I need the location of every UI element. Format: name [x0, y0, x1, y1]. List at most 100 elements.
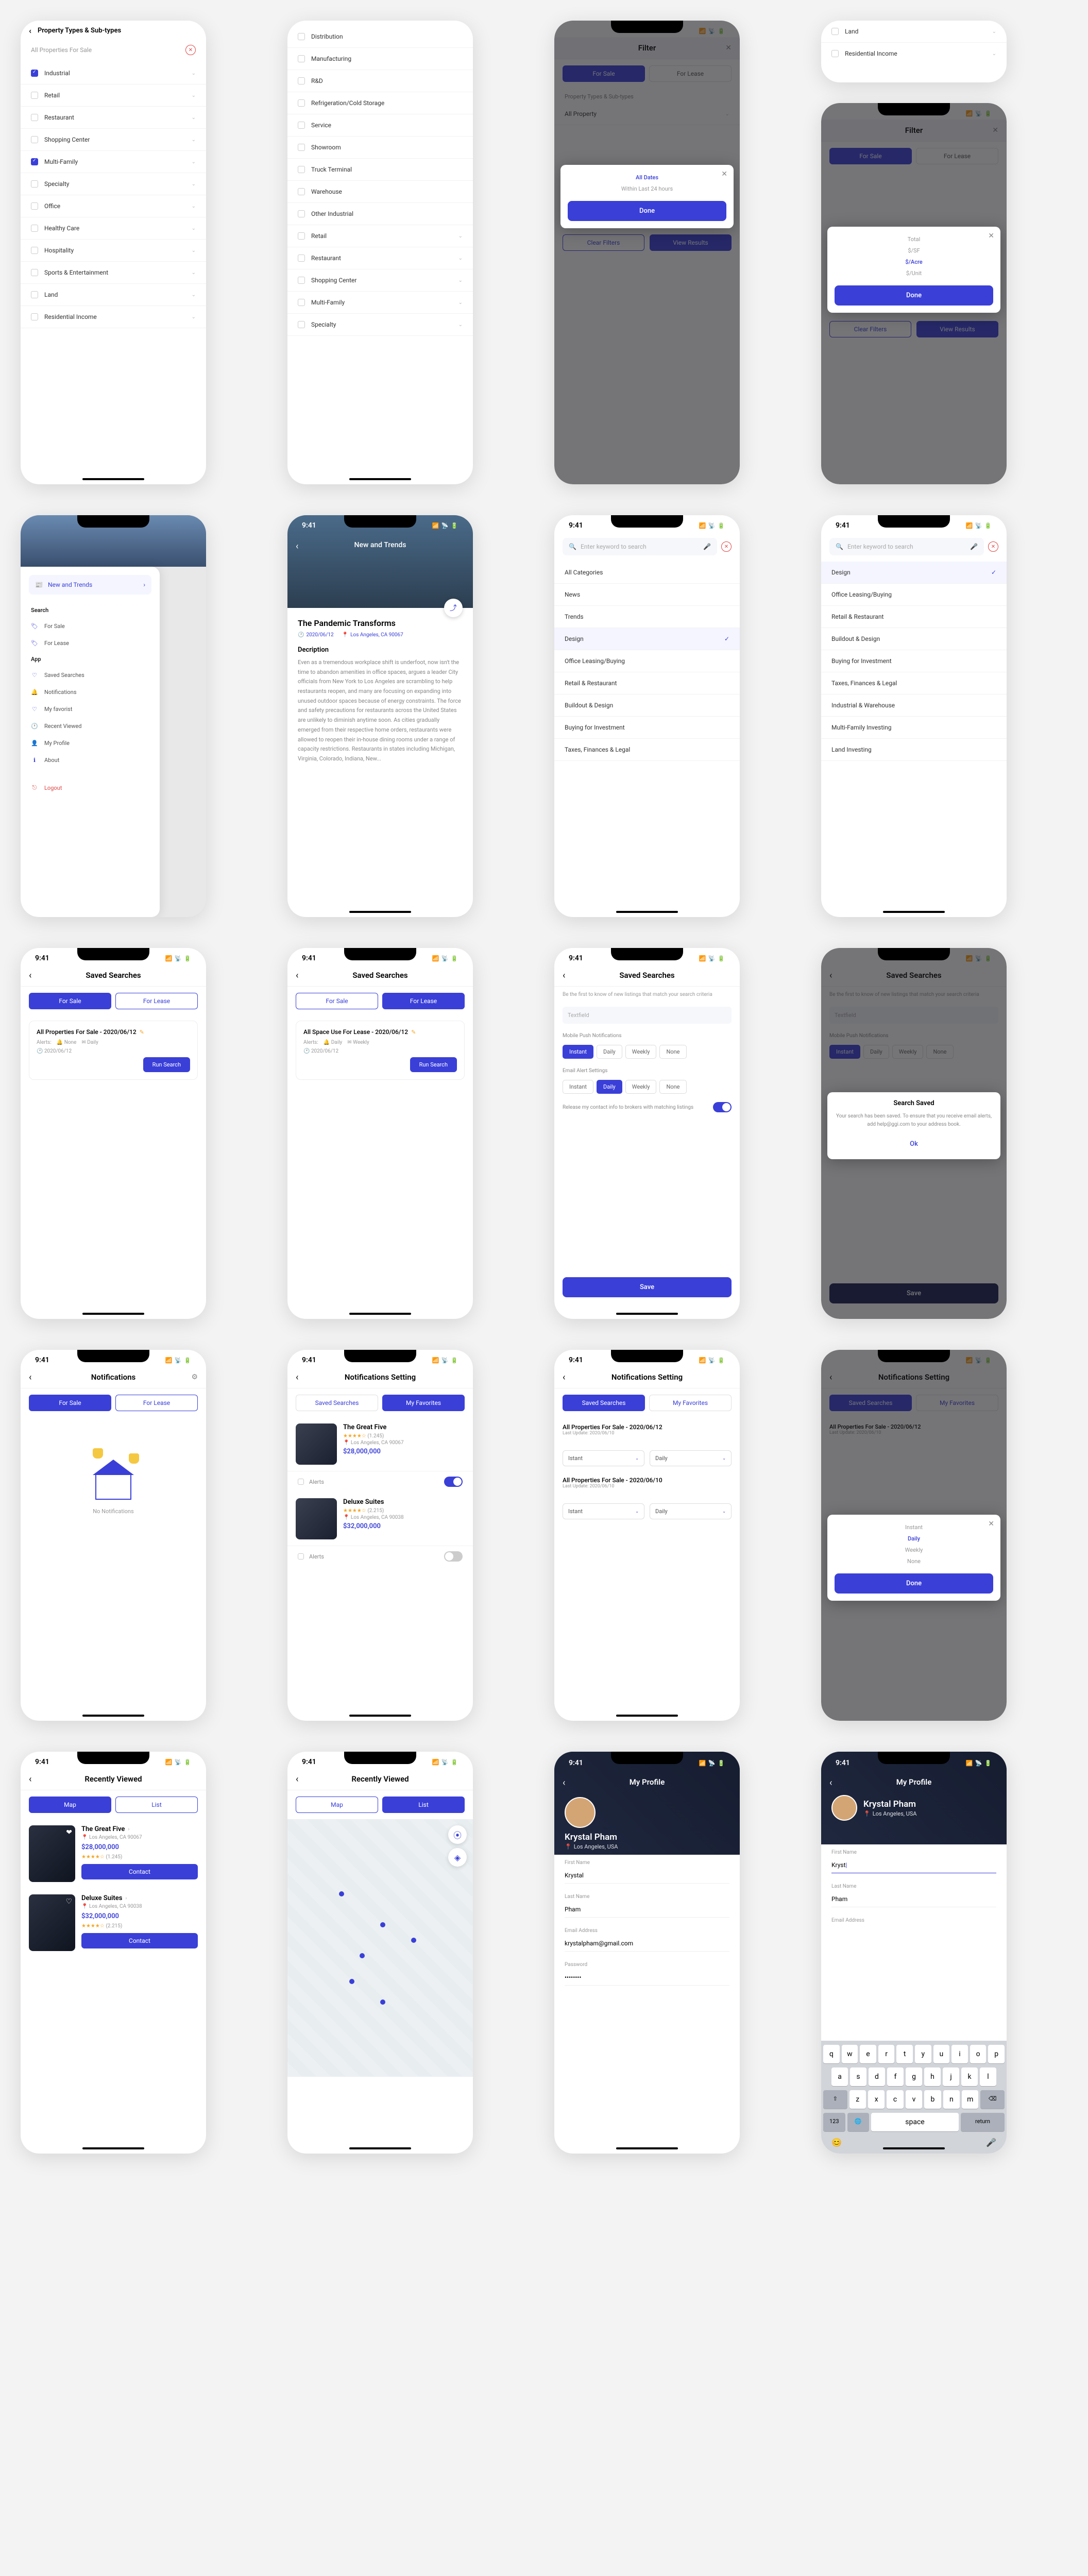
property-type-row[interactable]: Industrial⌄ [21, 62, 206, 84]
keyboard[interactable]: qwertyuiop asdfghjkl ⇧ zxcvbnm ⌫ 123 🌐 s… [821, 2041, 1007, 2154]
freq-option[interactable]: Weekly [835, 1545, 993, 1556]
checkbox[interactable] [31, 291, 38, 298]
key-c[interactable]: c [887, 2090, 903, 2109]
row-land[interactable]: Land⌄ [821, 21, 1007, 43]
checkbox[interactable] [298, 144, 305, 151]
sidebar-item[interactable]: 👤My Profile [21, 735, 160, 752]
checkbox[interactable] [298, 77, 305, 84]
checkbox[interactable] [298, 255, 305, 262]
clear-icon[interactable]: ✕ [185, 45, 196, 55]
key-l[interactable]: l [980, 2067, 996, 2086]
checkbox[interactable] [298, 1553, 304, 1560]
password-input[interactable]: •••••••• [565, 1970, 729, 1986]
back-icon[interactable]: ‹ [563, 970, 565, 981]
key-globe[interactable]: 🌐 [847, 2113, 870, 2131]
key-d[interactable]: d [869, 2067, 885, 2086]
category-row[interactable]: Office Leasing/Buying [554, 650, 740, 672]
close-icon[interactable]: ✕ [988, 541, 998, 552]
release-toggle[interactable] [713, 1102, 732, 1112]
key-return[interactable]: return [961, 2113, 1005, 2131]
category-row[interactable]: Design✓ [821, 562, 1007, 584]
key-e[interactable]: e [860, 2045, 876, 2063]
sidebar-logout[interactable]: ⎋Logout [21, 779, 160, 796]
gear-icon[interactable]: ⚙ [191, 1373, 198, 1381]
property-card[interactable]: ♡ Deluxe Suites › 📍 Los Angeles, CA 9003… [21, 1888, 206, 1957]
checkbox[interactable] [298, 232, 305, 240]
property-type-row[interactable]: Shopping Center⌄ [287, 269, 473, 292]
heart-icon[interactable]: ❤ [66, 1828, 72, 1837]
subtype-row[interactable]: Service [287, 114, 473, 137]
locate-button[interactable]: ⦿ [448, 1825, 467, 1844]
checkbox[interactable] [31, 247, 38, 254]
property-type-row[interactable]: Sports & Entertainment⌄ [21, 262, 206, 284]
property-type-row[interactable]: Specialty⌄ [21, 173, 206, 195]
category-row[interactable]: Multi-Family Investing [821, 717, 1007, 739]
checkbox[interactable] [31, 158, 38, 165]
alert-toggle[interactable] [444, 1477, 463, 1487]
checkbox[interactable] [298, 188, 305, 195]
key-v[interactable]: v [906, 2090, 922, 2109]
done-button[interactable]: Done [835, 1573, 993, 1594]
checkbox[interactable] [31, 202, 38, 210]
checkbox[interactable] [31, 225, 38, 232]
tab-list[interactable]: List [115, 1797, 198, 1813]
back-icon[interactable]: ‹ [829, 1777, 832, 1788]
subtype-row[interactable]: Showroom [287, 137, 473, 159]
category-row[interactable]: Taxes, Finances & Legal [821, 672, 1007, 694]
category-row[interactable]: Buying for Investment [821, 650, 1007, 672]
key-p[interactable]: p [988, 2045, 1005, 2063]
key-m[interactable]: m [962, 2090, 978, 2109]
listing-card[interactable]: Deluxe Suites★★★★☆ (2.215) 📍 Los Angeles… [287, 1492, 473, 1546]
share-button[interactable]: ⤴ [444, 599, 463, 617]
property-type-row[interactable]: Specialty⌄ [287, 314, 473, 336]
tab-for-lease[interactable]: For Lease [115, 993, 198, 1009]
key-shift[interactable]: ⇧ [823, 2090, 847, 2109]
property-card[interactable]: ❤ The Great Five › 📍 Los Angeles, CA 900… [21, 1819, 206, 1888]
price-option[interactable]: $/SF [835, 245, 993, 257]
mic-icon[interactable]: 🎤 [970, 543, 978, 550]
key-k[interactable]: k [961, 2067, 978, 2086]
category-row[interactable]: Land Investing [821, 739, 1007, 761]
checkbox[interactable] [298, 277, 305, 284]
back-icon[interactable]: ‹ [29, 1372, 31, 1383]
property-type-row[interactable]: Hospitality⌄ [21, 240, 206, 262]
back-icon[interactable]: ‹ [29, 26, 31, 36]
emoji-icon[interactable]: 😊 [831, 2138, 842, 2147]
key-h[interactable]: h [924, 2067, 941, 2086]
price-option[interactable]: $/Unit [835, 268, 993, 279]
key-r[interactable]: r [878, 2045, 895, 2063]
subtype-row[interactable]: Manufacturing [287, 48, 473, 70]
sidebar-item[interactable]: 🏷For Sale [21, 618, 160, 635]
frequency-pill[interactable]: None [659, 1080, 686, 1094]
contact-button[interactable]: Contact [81, 1933, 198, 1948]
property-type-row[interactable]: Land⌄ [21, 284, 206, 306]
key-x[interactable]: x [868, 2090, 885, 2109]
last-name-input[interactable]: Pham [565, 1902, 729, 1918]
checkbox[interactable] [31, 136, 38, 143]
close-icon[interactable]: ✕ [721, 170, 727, 178]
mic-icon[interactable]: 🎤 [703, 543, 711, 550]
sidebar-item[interactable]: 🔔Notifications [21, 684, 160, 701]
frequency-pill[interactable]: Weekly [625, 1080, 657, 1094]
checkbox[interactable] [31, 180, 38, 188]
ok-button[interactable]: Ok [835, 1136, 993, 1152]
subtype-row[interactable]: Warehouse [287, 181, 473, 203]
category-row[interactable]: Design✓ [554, 628, 740, 650]
checkbox[interactable] [31, 92, 38, 99]
edit-icon[interactable]: ✎ [140, 1029, 144, 1036]
key-delete[interactable]: ⌫ [980, 2090, 1005, 2109]
close-icon[interactable]: ✕ [988, 232, 994, 240]
checkbox[interactable] [298, 33, 305, 40]
checkbox[interactable] [298, 1479, 304, 1485]
key-z[interactable]: z [849, 2090, 866, 2109]
frequency-dropdown[interactable]: Daily⌄ [650, 1450, 732, 1466]
category-row[interactable]: News [554, 584, 740, 606]
frequency-dropdown[interactable]: Istant⌄ [563, 1503, 644, 1519]
subtype-row[interactable]: Truck Terminal [287, 159, 473, 181]
sidebar-news-card[interactable]: 📰 New and Trends › [29, 575, 151, 595]
freq-option[interactable]: Daily [835, 1533, 993, 1545]
key-space[interactable]: space [871, 2113, 959, 2131]
close-icon[interactable]: ✕ [721, 541, 732, 552]
key-j[interactable]: j [943, 2067, 959, 2086]
checkbox[interactable] [298, 99, 305, 107]
